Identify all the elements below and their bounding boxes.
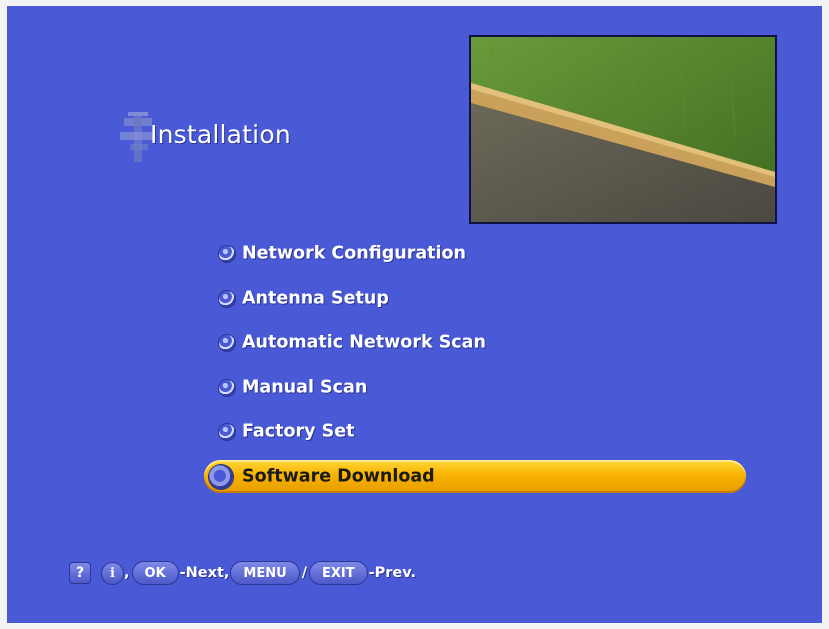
menu-bullet-icon bbox=[219, 290, 235, 307]
next-hint: -Next, bbox=[179, 565, 230, 581]
prev-hint: -Prev. bbox=[368, 565, 417, 581]
tv-screen: Installation Network Configuration Anten… bbox=[7, 6, 822, 623]
menu-item-label: Automatic Network Scan bbox=[242, 332, 486, 353]
menu-bullet-icon bbox=[209, 464, 233, 489]
exit-key[interactable]: EXIT bbox=[309, 562, 367, 584]
preview-video-image bbox=[471, 37, 775, 222]
menu-item-label: Factory Set bbox=[242, 421, 355, 442]
menu-item-network-configuration[interactable]: Network Configuration bbox=[197, 232, 747, 277]
menu-bullet-icon bbox=[219, 246, 235, 263]
menu-item-antenna-setup[interactable]: Antenna Setup bbox=[197, 277, 747, 322]
hint-separator: / bbox=[301, 565, 307, 581]
menu-item-factory-set[interactable]: Factory Set bbox=[197, 410, 747, 455]
menu-item-automatic-network-scan[interactable]: Automatic Network Scan bbox=[197, 321, 747, 366]
help-key-icon[interactable]: ? bbox=[70, 563, 90, 583]
menu-item-label: Manual Scan bbox=[242, 377, 368, 398]
button-hints-bar: ? i , OK -Next, MENU / EXIT -Prev. bbox=[70, 558, 416, 588]
menu-bullet-icon bbox=[219, 379, 235, 396]
menu-bullet-icon bbox=[219, 424, 235, 441]
menu-bullet-icon bbox=[219, 335, 235, 352]
menu-item-label: Antenna Setup bbox=[242, 288, 389, 309]
info-key-icon[interactable]: i bbox=[102, 562, 123, 584]
menu-item-label: Network Configuration bbox=[242, 243, 466, 264]
menu-item-label: Software Download bbox=[242, 466, 435, 487]
live-tv-preview bbox=[469, 35, 777, 224]
page-title: Installation bbox=[150, 120, 291, 149]
installation-menu: Network Configuration Antenna Setup Auto… bbox=[197, 232, 747, 499]
menu-item-manual-scan[interactable]: Manual Scan bbox=[197, 366, 747, 411]
hint-separator: , bbox=[124, 565, 130, 581]
menu-key[interactable]: MENU bbox=[231, 562, 299, 584]
menu-item-software-download[interactable]: Software Download bbox=[197, 455, 747, 500]
ok-key[interactable]: OK bbox=[132, 562, 178, 584]
